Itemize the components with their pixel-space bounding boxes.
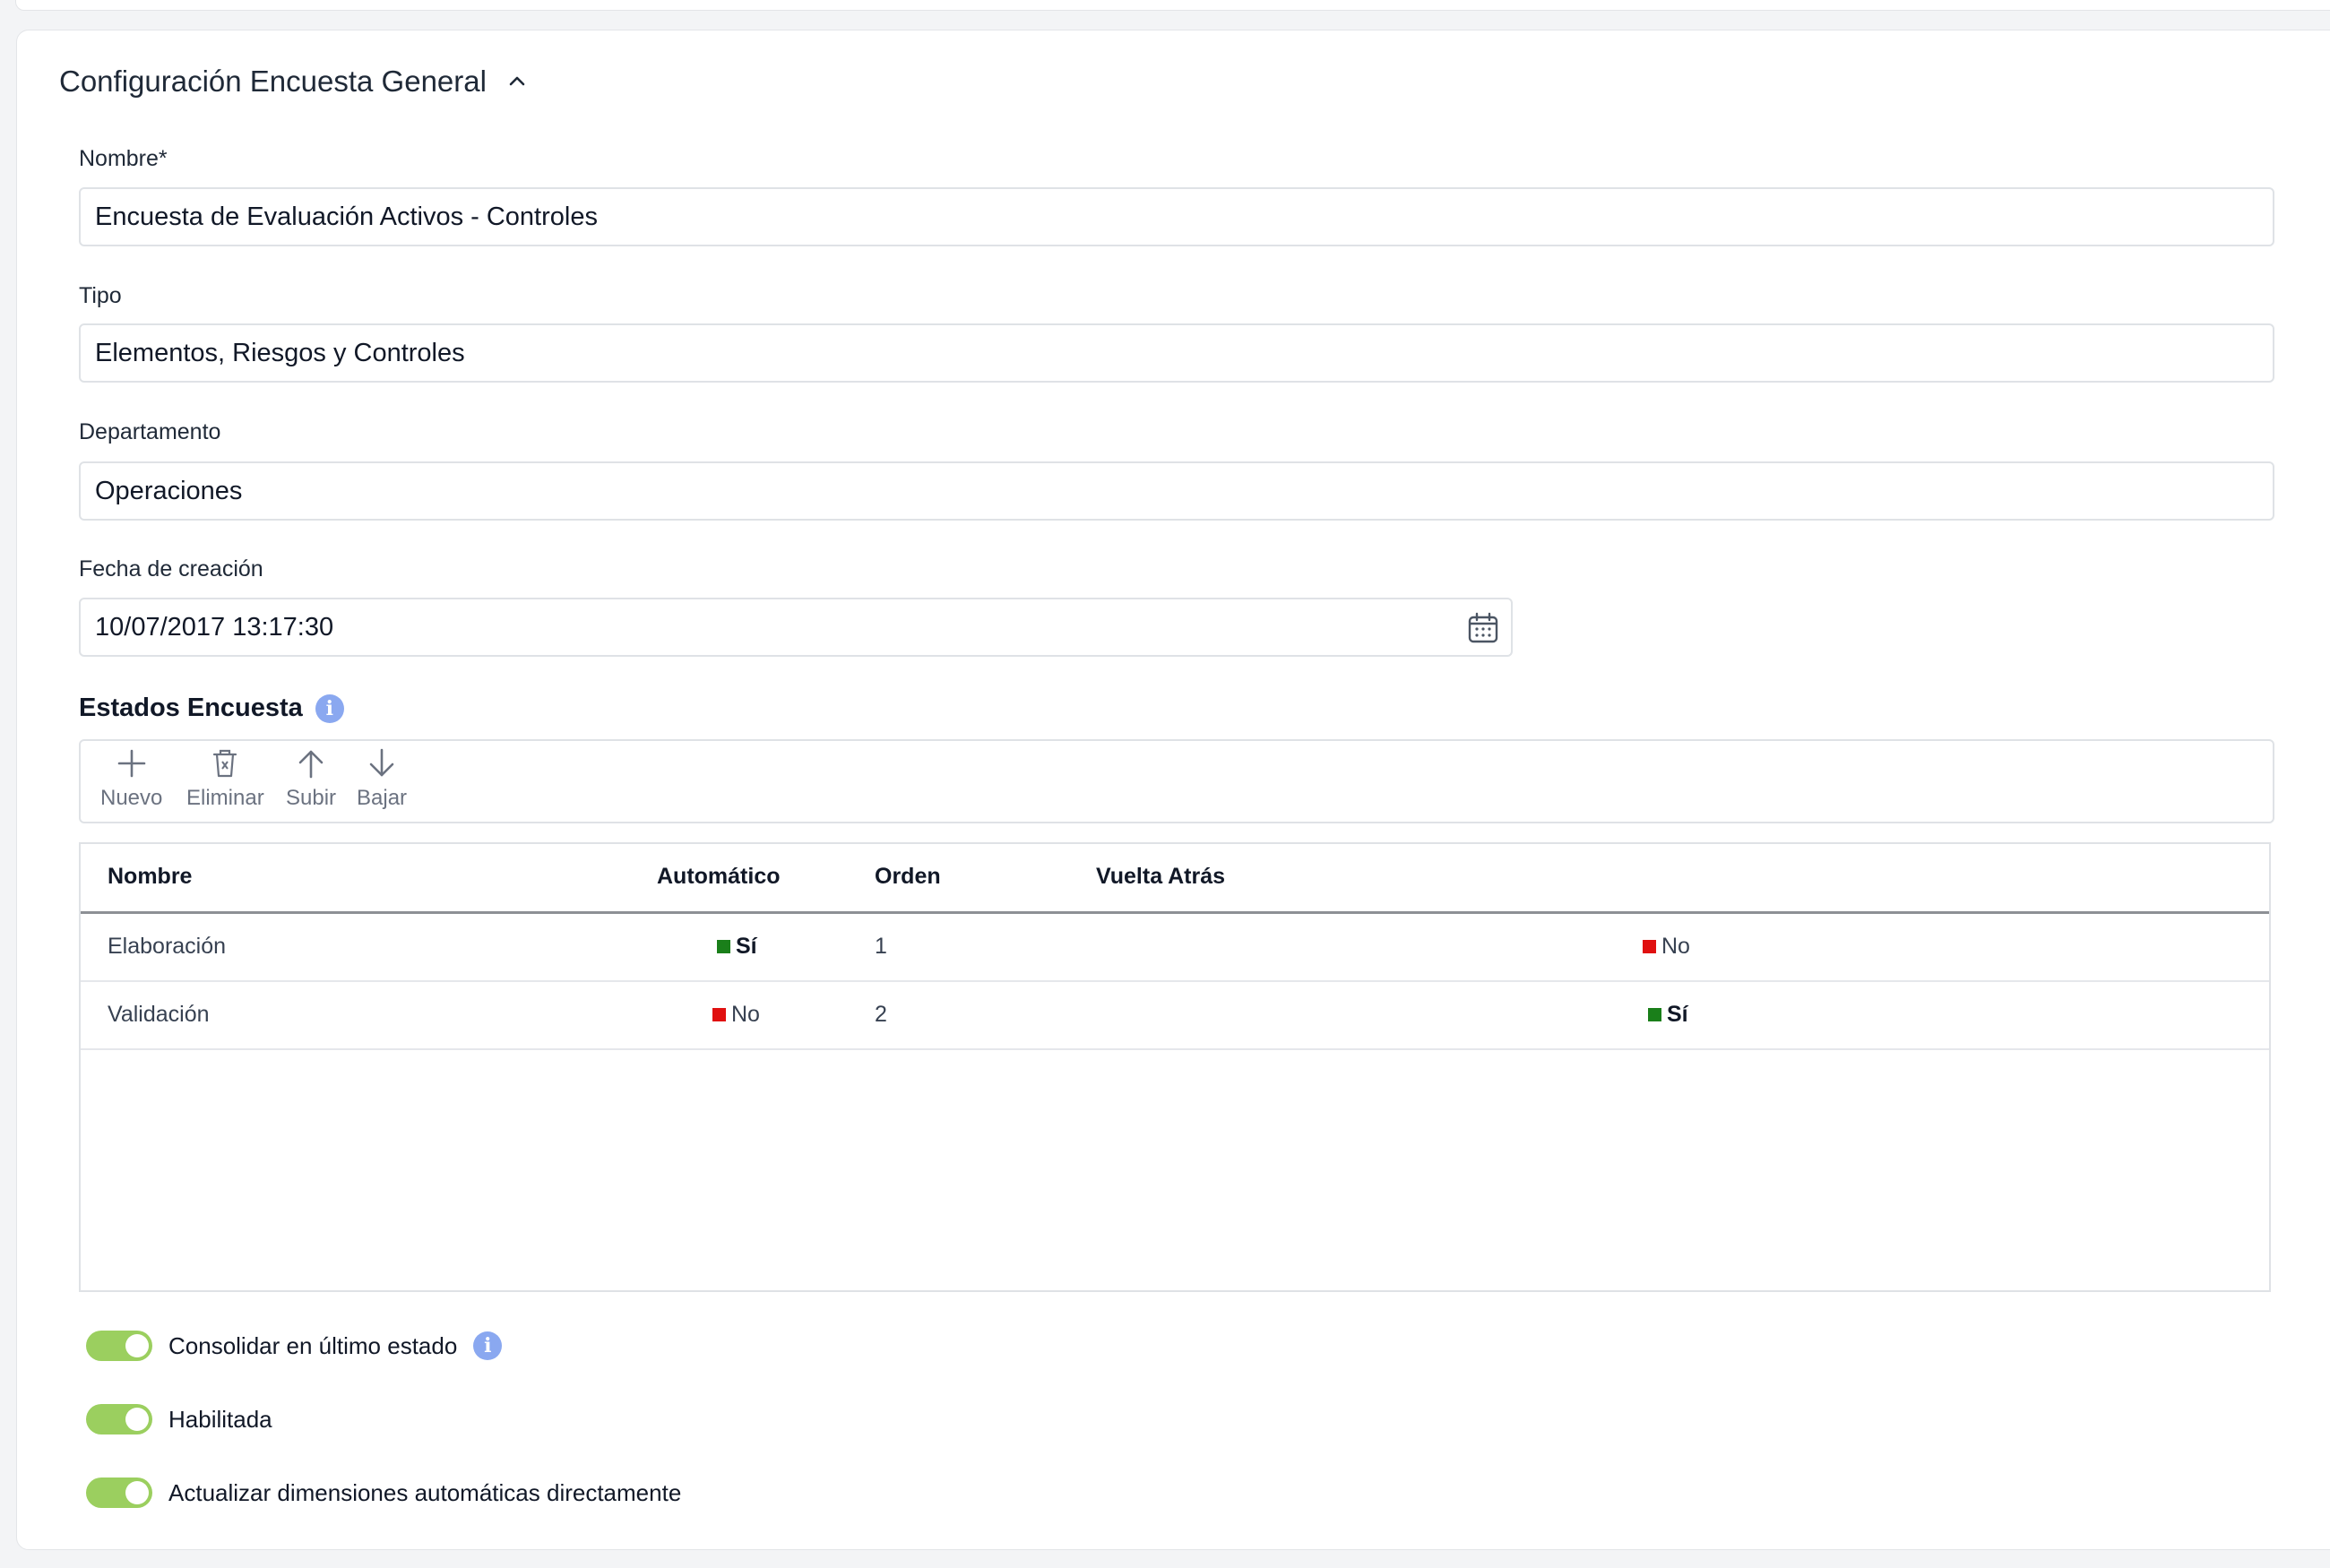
previous-card [15, 0, 2330, 11]
habilitada-toggle[interactable] [86, 1404, 152, 1434]
toggle-knob [125, 1408, 149, 1431]
col-automatico[interactable]: Automático [657, 864, 781, 890]
eliminar-button[interactable]: Eliminar [186, 746, 264, 811]
plus-icon [117, 749, 145, 778]
tipo-label: Tipo [79, 283, 122, 308]
subir-button[interactable]: Subir [286, 746, 336, 811]
row-automatico: No [712, 1002, 760, 1028]
col-vuelta[interactable]: Vuelta Atrás [1096, 864, 1225, 890]
departamento-input[interactable]: Operaciones [79, 461, 2274, 521]
estados-toolbar: Nuevo Eliminar Subir Bajar [79, 739, 2274, 823]
estados-heading: Estados Encuesta i [79, 694, 344, 723]
arrow-up-icon [298, 750, 324, 779]
fecha-label: Fecha de creación [79, 556, 263, 582]
row-nombre: Validación [108, 1002, 210, 1027]
status-square [712, 1008, 726, 1021]
bajar-button[interactable]: Bajar [357, 746, 407, 811]
estados-title: Estados Encuesta [79, 694, 303, 722]
status-text: Sí [1667, 1002, 1688, 1027]
status-text: No [1661, 934, 1690, 959]
col-orden[interactable]: Orden [875, 864, 941, 890]
consolidar-label: Consolidar en último estado [168, 1331, 458, 1359]
fecha-input[interactable]: 10/07/2017 13:17:30 [79, 598, 1513, 657]
col-nombre[interactable]: Nombre [108, 864, 192, 890]
nombre-input[interactable]: Encuesta de Evaluación Activos - Control… [79, 187, 2274, 246]
row-nombre: Elaboración [108, 934, 227, 959]
habilitada-toggle-row: Habilitada [86, 1404, 272, 1434]
actualizar-toggle-row: Actualizar dimensiones automáticas direc… [86, 1478, 681, 1508]
status-square [1643, 940, 1656, 953]
departamento-label: Departamento [79, 419, 221, 444]
row-orden: 2 [875, 1002, 887, 1027]
habilitada-label: Habilitada [168, 1405, 272, 1433]
status-square [1648, 1008, 1661, 1021]
actualizar-toggle[interactable] [86, 1478, 152, 1508]
nuevo-label: Nuevo [100, 786, 163, 810]
section-title: Configuración Encuesta General [59, 65, 487, 98]
actualizar-label: Actualizar dimensiones automáticas direc… [168, 1478, 682, 1506]
nombre-label: Nombre* [79, 146, 168, 171]
trash-icon [213, 749, 237, 778]
section-header[interactable]: Configuración Encuesta General [59, 65, 528, 99]
subir-label: Subir [286, 786, 337, 810]
table-row[interactable]: Elaboración Sí 1 No [81, 914, 2269, 982]
info-icon[interactable]: i [473, 1331, 503, 1360]
table-row[interactable]: Validación No 2 Sí [81, 982, 2269, 1050]
fecha-value: 10/07/2017 13:17:30 [95, 612, 334, 642]
status-text: No [731, 1002, 760, 1027]
status-square [717, 940, 730, 953]
estados-table: Nombre Automático Orden Vuelta Atrás Ela… [79, 842, 2271, 1292]
consolidar-toggle-row: Consolidar en último estado i [86, 1331, 503, 1361]
status-text: Sí [736, 934, 757, 959]
tipo-input[interactable]: Elementos, Riesgos y Controles [79, 323, 2274, 383]
table-header: Nombre Automático Orden Vuelta Atrás [81, 844, 2269, 914]
calendar-icon[interactable] [1466, 611, 1500, 645]
row-automatico: Sí [717, 934, 757, 960]
row-orden: 1 [875, 934, 887, 959]
row-vuelta: No [1643, 934, 1690, 960]
toggle-knob [125, 1481, 149, 1504]
arrow-down-icon [369, 748, 394, 777]
toggle-knob [125, 1334, 149, 1357]
bajar-label: Bajar [357, 786, 408, 810]
row-vuelta: Sí [1648, 1002, 1688, 1028]
eliminar-label: Eliminar [186, 786, 264, 810]
nuevo-button[interactable]: Nuevo [100, 746, 162, 811]
consolidar-toggle[interactable] [86, 1331, 152, 1361]
chevron-up-icon[interactable] [506, 71, 528, 92]
info-icon[interactable]: i [315, 694, 344, 723]
